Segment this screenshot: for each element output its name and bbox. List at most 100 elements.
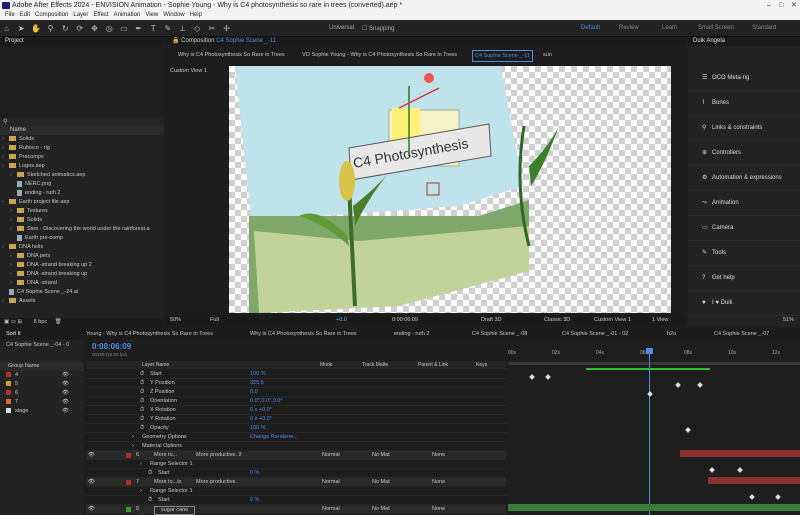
eraser-tool-icon[interactable]: ◇ (193, 24, 202, 33)
property-value[interactable]: 100 % (250, 370, 266, 379)
disclosure-triangle-icon[interactable]: › (2, 198, 9, 207)
project-item[interactable]: › DNA pets (2, 252, 164, 261)
project-item[interactable]: › Textures (2, 207, 164, 216)
new-folder-icon[interactable]: ▭ (11, 319, 16, 325)
disclosure-triangle-icon[interactable]: › (2, 243, 9, 252)
eye-icon[interactable]: 👁 (88, 451, 95, 460)
tab-sort-it[interactable]: Sort It (6, 329, 21, 339)
project-item[interactable]: NERC.png (2, 180, 164, 189)
label-color-swatch[interactable] (6, 399, 11, 405)
project-item[interactable]: ending - ruth 2 (2, 189, 164, 198)
group-row[interactable]: stage 👁 (0, 407, 84, 416)
stopwatch-icon[interactable]: ⏱ (148, 496, 152, 505)
layer-name[interactable]: More to...ts (154, 478, 182, 487)
composition-name-tab[interactable]: C4 Sophie Scene _-11 (216, 38, 276, 44)
disclosure-triangle-icon[interactable]: › (132, 433, 134, 442)
disclosure-triangle-icon[interactable]: › (140, 460, 142, 469)
property-row[interactable]: ⏱ Start 0 % (86, 469, 506, 478)
project-item[interactable]: › DNA helix (2, 243, 164, 252)
menu-item-help[interactable]: Help (190, 12, 202, 18)
workspace-standard[interactable]: Standard (752, 25, 776, 31)
project-item[interactable]: › Solids (2, 216, 164, 225)
layer-name[interactable]: More to... (154, 451, 177, 460)
eye-icon[interactable]: 👁 (62, 380, 69, 389)
pen-tool-icon[interactable]: ✒ (134, 24, 143, 33)
label-color-swatch[interactable] (126, 480, 131, 485)
maximize-icon[interactable]: □ (779, 0, 783, 11)
breadcrumb-item[interactable]: Why is C4 Photosynthesis So Rare in Tree… (178, 50, 285, 60)
time-ruler[interactable]: 00s 02s 04s 06s 08s 10s 12s (508, 350, 800, 360)
property-value[interactable]: 325.5 (250, 379, 264, 388)
property-row[interactable]: ⏱ Y Position 325.5 (86, 379, 506, 388)
disclosure-triangle-icon[interactable]: › (2, 162, 9, 171)
timeline-tab[interactable]: h2o (667, 329, 676, 339)
menu-item-view[interactable]: View (145, 12, 158, 18)
label-color-swatch[interactable] (126, 507, 131, 512)
col-layer-name[interactable]: Layer Name (142, 361, 169, 369)
property-row[interactable]: ⏱ Start 100 % (86, 370, 506, 379)
stopwatch-icon[interactable]: ⏱ (140, 379, 144, 388)
clone-tool-icon[interactable]: ⊥ (178, 24, 187, 33)
stopwatch-icon[interactable]: ⏱ (140, 406, 144, 415)
timeline-tab[interactable]: Young - Why is C4 Photosynthesis So Rare… (86, 329, 213, 339)
property-value[interactable]: 0 % (250, 469, 259, 478)
hand-tool-icon[interactable]: ✋ (31, 24, 41, 33)
workspace-learn[interactable]: Learn (662, 25, 677, 31)
breadcrumb-item[interactable]: sun (543, 50, 552, 60)
layer-bar-6[interactable] (680, 450, 800, 457)
eye-icon[interactable]: 👁 (88, 505, 95, 514)
eye-icon[interactable]: 👁 (88, 478, 95, 487)
disclosure-triangle-icon[interactable]: › (2, 144, 9, 153)
lock-icon[interactable]: 🔒 (172, 38, 179, 44)
eye-icon[interactable]: 👁 (62, 389, 69, 398)
keyframe[interactable] (697, 382, 703, 388)
duik-item-heart[interactable]: ♥ I ♥ Duik (688, 291, 800, 316)
bpc-label[interactable]: 8 bpc (34, 319, 47, 325)
eye-icon[interactable]: 👁 (62, 407, 69, 416)
layer-row[interactable]: 👁 7 More to...ts More productive. Normal No M… (86, 478, 506, 487)
property-group-row[interactable]: › Range Selector 1 (86, 487, 506, 496)
stopwatch-icon[interactable]: ⏱ (140, 370, 144, 379)
trash-icon[interactable]: 🗑 (55, 319, 62, 325)
comp-timecode[interactable]: 0:00:06:09 (392, 315, 418, 326)
breadcrumb-item-active[interactable]: C4 Sophie Scene _-11 (472, 50, 533, 62)
group-row[interactable]: 4 👁 (0, 371, 84, 380)
property-value[interactable]: 0 x +0.0° (250, 406, 272, 415)
work-area-bar[interactable] (508, 362, 800, 365)
exposure-value[interactable]: +0.0 (336, 315, 347, 326)
orbit-tool-icon[interactable]: ⟳ (75, 24, 84, 33)
project-item[interactable]: › Assets (2, 297, 164, 306)
property-row[interactable]: ⏱ Start 0 % (86, 496, 506, 505)
project-item[interactable]: › DNA -strand breaking up 2 (2, 261, 164, 270)
layer-row[interactable]: 👁 8 sugar cane Normal No Mat None (86, 505, 506, 515)
label-color-swatch[interactable] (6, 381, 11, 387)
timeline-tab[interactable]: C4 Sophie Scene _-07 (714, 329, 769, 339)
duik-zoom[interactable]: 51% (783, 317, 794, 323)
duik-item-tools[interactable]: ✎ Tools (688, 241, 800, 266)
roto-tool-icon[interactable]: ✂ (207, 24, 216, 33)
menu-item-effect[interactable]: Effect (93, 12, 108, 18)
label-color-swatch[interactable] (126, 453, 131, 458)
timeline-tab[interactable]: C4 Sophie Scene _-08 (472, 329, 527, 339)
active-comp-label[interactable]: C4 Sophie Scene _-04 - 0 (0, 340, 84, 350)
col-track-matte[interactable]: Track Matte (362, 361, 388, 369)
disclosure-triangle-icon[interactable]: › (140, 487, 142, 496)
track-matte-dropdown[interactable]: No Mat (372, 505, 390, 514)
group-row[interactable]: 6 👁 (0, 389, 84, 398)
label-color-swatch[interactable] (6, 372, 11, 378)
playhead[interactable] (649, 348, 650, 515)
property-row[interactable]: ⏱ Y Rotation 0 x +0.0° (86, 415, 506, 424)
window-controls[interactable]: – □ ✕ (764, 0, 800, 11)
duik-item-link[interactable]: ⚲ Links & constraints (688, 116, 800, 141)
disclosure-triangle-icon[interactable]: › (2, 153, 9, 162)
interpret-footage-icon[interactable]: ▣ (4, 319, 9, 325)
new-composition-icon[interactable]: ⊞ (17, 319, 22, 325)
parent-dropdown[interactable]: None (432, 451, 445, 460)
universal-label[interactable]: Universal (329, 25, 354, 31)
disclosure-triangle-icon[interactable]: › (10, 270, 17, 279)
property-row[interactable]: ⏱ Z Position 0.0 (86, 388, 506, 397)
property-row[interactable]: ⏱ X Rotation 0 x +0.0° (86, 406, 506, 415)
disclosure-triangle-icon[interactable]: › (2, 135, 9, 144)
stopwatch-icon[interactable]: ⏱ (140, 415, 144, 424)
pan-behind-tool-icon[interactable]: ◎ (105, 24, 114, 33)
